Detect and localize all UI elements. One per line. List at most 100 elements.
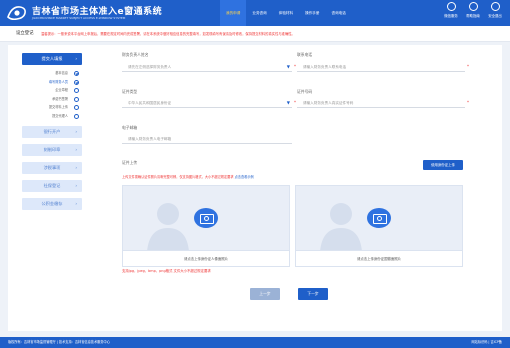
id-front-upload[interactable]: 请点击上传身份证人像面照片 xyxy=(122,185,290,267)
check-icon xyxy=(74,71,79,76)
substep-label: 承诺书签署 xyxy=(52,96,68,101)
id-back-upload[interactable]: 请点击上传身份证国徽面照片 xyxy=(295,185,463,267)
camera-icon xyxy=(367,208,391,228)
chevron-right-icon: › xyxy=(75,147,77,152)
next-step-button[interactable]: 下一步 xyxy=(298,288,328,300)
sidebar-main-step-label: 提交人填报 xyxy=(41,56,63,61)
finance-name-placeholder: 请先在左侧选择财务负责人 xyxy=(128,65,172,69)
logout-button[interactable]: 安全退出 xyxy=(484,2,506,18)
sub-bar: 设立登记 温馨提示：一般来说本平台网上申报后，需要在规定时间内完成签署，请在本系… xyxy=(0,26,510,42)
sidebar-housing-fund[interactable]: 公积金缴存 › xyxy=(22,198,82,210)
page-title: 设立登记 xyxy=(16,31,34,36)
id-type-label: 证件类型 xyxy=(122,89,138,94)
dropdown-caret-icon: ▼ xyxy=(286,64,290,69)
nav-manual[interactable]: 操作手册 xyxy=(299,0,325,26)
required-mark: * xyxy=(294,100,296,105)
id-front-caption: 请点击上传身份证人像面照片 xyxy=(123,250,289,266)
prev-step-button[interactable]: 上一步 xyxy=(250,288,280,300)
file-format-tip: 支持jpg，jpeg，bmp，png格式 文件大小不超过规定要求 xyxy=(122,269,211,273)
sidebar-tax[interactable]: 涉税事项 › xyxy=(22,162,82,174)
logout-label: 安全退出 xyxy=(488,14,502,18)
sidebar-section-label: 涉税事项 xyxy=(43,165,61,170)
email-placeholder: 请输入财务负责人电子邮箱 xyxy=(128,137,172,141)
step-dot-icon xyxy=(74,88,79,93)
id-back-caption: 请点击上传身份证国徽面照片 xyxy=(296,250,462,266)
step-dot-icon xyxy=(74,113,79,119)
upload-with-id-button[interactable]: 使用身份证上传 xyxy=(423,160,463,170)
id-number-placeholder: 请输入财务负责人真实证件号码 xyxy=(303,101,354,105)
help-icon xyxy=(468,2,478,11)
upload-tip-text: 上传文件需确认证件照片清晰完整可辨，仅支持图片格式，大小不超过规定要求 xyxy=(122,175,234,179)
substep-upload[interactable]: 提交材料上传 xyxy=(22,103,82,112)
sidebar-section-label: 公积金缴存 xyxy=(41,201,63,206)
id-number-input[interactable]: 请输入财务负责人真实证件号码 xyxy=(297,98,465,108)
substep-label: 提交材料上传 xyxy=(48,105,68,109)
upload-label: 证件上传 xyxy=(122,160,138,165)
substep-basic-info[interactable]: 基本信息 xyxy=(22,69,82,78)
wechat-label: 微信服务 xyxy=(444,14,458,18)
wechat-icon xyxy=(446,2,456,11)
copyright-text: 版权所有：吉林省市场监督管理厅 | 技术支持：吉林省信息技术服务中心 xyxy=(8,340,110,344)
sidebar-section-label: 刻制印章 xyxy=(43,147,61,152)
page-footer: 版权所有：吉林省市场监督管理厅 | 技术支持：吉林省信息技术服务中心 网站标识码… xyxy=(0,337,510,348)
camera-icon xyxy=(194,208,218,228)
nav-my-application[interactable]: 我的申请 xyxy=(220,0,247,26)
e-window-logo-icon xyxy=(7,6,26,21)
sidebar-social-security[interactable]: 社保登记 › xyxy=(22,180,82,192)
help-guide-button[interactable]: 帮助指南 xyxy=(462,2,484,18)
sidebar-main-step[interactable]: 提交人填报 › xyxy=(22,53,82,65)
person-silhouette-icon xyxy=(147,203,189,252)
email-label: 电子邮箱 xyxy=(122,125,138,130)
phone-placeholder: 请输入财务负责人联系电话 xyxy=(303,65,347,69)
id-number-label: 证件号码 xyxy=(297,89,313,94)
email-input[interactable]: 请输入财务负责人电子邮箱 xyxy=(122,134,292,144)
substep-articles[interactable]: 企业章程 xyxy=(22,86,82,95)
power-icon xyxy=(490,2,500,11)
substep-agent[interactable]: 提交代理人 xyxy=(22,112,82,121)
step-dot-icon xyxy=(74,96,79,102)
sidebar-section-label: 银行开户 xyxy=(43,129,61,134)
sidebar-bank-account[interactable]: 银行开户 › xyxy=(22,126,82,138)
substep-label: 提交代理人 xyxy=(52,113,68,118)
person-silhouette-icon xyxy=(320,203,362,252)
view-sample-link[interactable]: 点击查看示例 xyxy=(235,175,254,179)
dropdown-caret-icon: ▼ xyxy=(286,100,290,105)
required-mark: * xyxy=(467,64,469,69)
substep-label: 基本信息 xyxy=(55,71,68,75)
sidebar-seal[interactable]: 刻制印章 › xyxy=(22,144,82,156)
finance-name-select[interactable]: 请先在左侧选择财务负责人 ▼ xyxy=(122,62,292,72)
chevron-right-icon: › xyxy=(75,129,77,134)
chevron-right-icon: › xyxy=(75,56,77,61)
nav-consultation[interactable]: 业务咨询 xyxy=(246,0,272,26)
chevron-right-icon: › xyxy=(75,165,77,170)
footer-links[interactable]: 网站标识码 | 吉ICP备 xyxy=(471,337,502,348)
warm-tip: 温馨提示：一般来说本平台网上申报后，需要在规定时间内完成签署，请在本系统中做好相… xyxy=(41,32,295,36)
top-header: 吉林省市场主体准入e窗通系统 JILIN PROVINCE MARKET SUB… xyxy=(0,0,510,26)
substep-label: 填写财务人员 xyxy=(48,79,68,84)
substep-label: 企业章程 xyxy=(55,88,68,92)
id-type-select[interactable]: 中华人民共和国居民身份证 ▼ xyxy=(122,98,292,108)
nav-hotline[interactable]: 咨询电话 xyxy=(326,0,352,26)
substep-commitment[interactable]: 承诺书签署 xyxy=(22,95,82,104)
upload-tip: 上传文件需确认证件照片清晰完整可辨，仅支持图片格式，大小不超过规定要求 点击查看… xyxy=(122,174,254,179)
phone-input[interactable]: 请输入财务负责人联系电话 xyxy=(297,62,465,72)
phone-label: 联系电话 xyxy=(297,52,313,57)
step-sidebar: 提交人填报 › 基本信息 填写财务人员 企业章程 承诺书签署 提交材料上传 提交… xyxy=(22,53,82,210)
brand-subtitle: JILIN PROVINCE MARKET SUBJECT ACCESS E-W… xyxy=(32,16,126,20)
main-nav: 我的申请 业务咨询 体验材料 操作手册 咨询电话 xyxy=(220,0,352,26)
help-label: 帮助指南 xyxy=(466,14,480,18)
chevron-right-icon: › xyxy=(75,201,77,206)
main-panel: 提交人填报 › 基本信息 填写财务人员 企业章程 承诺书签署 提交材料上传 提交… xyxy=(8,45,502,331)
required-mark: * xyxy=(294,64,296,69)
header-tools: 微信服务 帮助指南 安全退出 xyxy=(440,2,506,18)
substep-finance-person[interactable]: 填写财务人员 xyxy=(22,78,82,87)
id-type-value: 中华人民共和国居民身份证 xyxy=(128,101,172,105)
wechat-service-button[interactable]: 微信服务 xyxy=(440,2,462,18)
sidebar-section-label: 社保登记 xyxy=(43,183,61,188)
chevron-right-icon: › xyxy=(75,183,77,188)
nav-materials[interactable]: 体验材料 xyxy=(273,0,299,26)
finance-name-label: 财务负责人姓名 xyxy=(122,52,149,57)
check-icon xyxy=(74,79,79,85)
required-mark: * xyxy=(467,100,469,105)
step-dot-icon xyxy=(74,105,79,110)
